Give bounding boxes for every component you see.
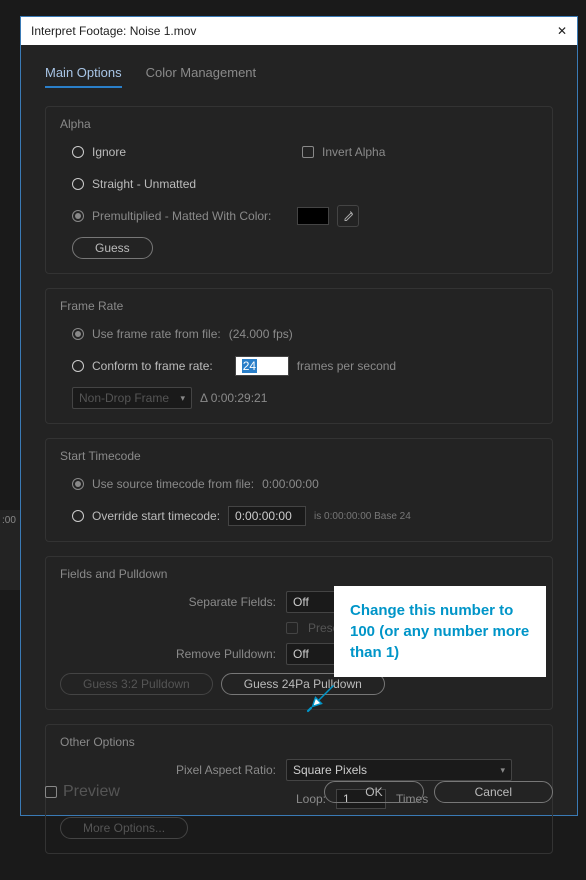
radio-straight[interactable] <box>72 178 84 190</box>
preview-label: Preview <box>63 783 120 801</box>
par-value: Square Pixels <box>293 763 367 777</box>
radio-source-timecode[interactable] <box>72 478 84 490</box>
framerate-title: Frame Rate <box>60 299 538 313</box>
label-source-timecode: Use source timecode from file: <box>92 477 254 491</box>
timecode-title: Start Timecode <box>60 449 538 463</box>
checkbox-preserve-edges <box>286 622 298 634</box>
par-label: Pixel Aspect Ratio: <box>60 763 276 777</box>
override-timecode-input[interactable]: 0:00:00:00 <box>228 506 306 526</box>
conform-framerate-input[interactable]: 24 <box>235 356 289 376</box>
label-override-timecode: Override start timecode: <box>92 509 220 523</box>
bg-text: :00 <box>2 515 16 526</box>
fps-label: frames per second <box>297 359 396 373</box>
dialog-body: Main Options Color Management Alpha Igno… <box>21 45 577 880</box>
framerate-file-value: (24.000 fps) <box>229 327 293 341</box>
guess-button[interactable]: Guess <box>72 237 153 259</box>
alpha-title: Alpha <box>60 117 538 131</box>
annotation-callout: Change this number to 100 (or any number… <box>334 586 546 677</box>
checkbox-invert-alpha[interactable] <box>302 146 314 158</box>
chevron-down-icon: ▾ <box>180 393 185 404</box>
label-framerate-file: Use frame rate from file: <box>92 327 221 341</box>
label-ignore: Ignore <box>92 145 126 159</box>
eyedropper-icon <box>342 210 354 222</box>
chevron-down-icon: ▾ <box>500 765 505 776</box>
checkbox-preview[interactable] <box>45 786 57 798</box>
titlebar: Interpret Footage: Noise 1.mov ✕ <box>21 17 577 45</box>
radio-ignore[interactable] <box>72 146 84 158</box>
remove-pulldown-value: Off <box>293 647 309 661</box>
label-invert-alpha: Invert Alpha <box>322 145 385 159</box>
radio-premultiplied[interactable] <box>72 210 84 222</box>
tab-main-options[interactable]: Main Options <box>45 65 122 88</box>
label-straight: Straight - Unmatted <box>92 177 196 191</box>
pointer-hand-icon <box>305 678 341 719</box>
eyedropper-button[interactable] <box>337 205 359 227</box>
radio-override-timecode[interactable] <box>72 510 84 522</box>
ok-button[interactable]: OK <box>324 781 423 803</box>
timecode-group: Start Timecode Use source timecode from … <box>45 438 553 542</box>
close-button[interactable]: ✕ <box>557 25 567 37</box>
separate-fields-value: Off <box>293 595 309 609</box>
guess-32-pulldown-button: Guess 3:2 Pulldown <box>60 673 213 695</box>
radio-conform[interactable] <box>72 360 84 372</box>
remove-pulldown-label: Remove Pulldown: <box>60 647 276 661</box>
alpha-group: Alpha Ignore Invert Alpha Straight - Unm… <box>45 106 553 274</box>
dialog-footer: Preview OK Cancel <box>45 781 553 803</box>
cancel-button[interactable]: Cancel <box>434 781 553 803</box>
matte-color-swatch[interactable] <box>297 207 329 225</box>
drop-frame-select: Non-Drop Frame ▾ <box>72 387 192 409</box>
background-panel: :00 <box>0 510 20 590</box>
more-options-button: More Options... <box>60 817 188 839</box>
tab-color-management[interactable]: Color Management <box>146 65 257 88</box>
other-title: Other Options <box>60 735 538 749</box>
delta-label: Δ 0:00:29:21 <box>200 391 267 405</box>
timecode-base: is 0:00:00:00 Base 24 <box>314 511 411 522</box>
dialog-title: Interpret Footage: Noise 1.mov <box>31 24 196 38</box>
fields-title: Fields and Pulldown <box>60 567 538 581</box>
source-timecode-value: 0:00:00:00 <box>262 477 319 491</box>
separate-fields-label: Separate Fields: <box>60 595 276 609</box>
interpret-footage-dialog: Interpret Footage: Noise 1.mov ✕ Main Op… <box>20 16 578 816</box>
label-premultiplied: Premultiplied - Matted With Color: <box>92 209 271 223</box>
framerate-group: Frame Rate Use frame rate from file: (24… <box>45 288 553 424</box>
label-conform: Conform to frame rate: <box>92 359 213 373</box>
tab-bar: Main Options Color Management <box>45 65 553 88</box>
pixel-aspect-ratio-select[interactable]: Square Pixels ▾ <box>286 759 512 781</box>
drop-frame-value: Non-Drop Frame <box>79 391 169 405</box>
radio-framerate-file[interactable] <box>72 328 84 340</box>
